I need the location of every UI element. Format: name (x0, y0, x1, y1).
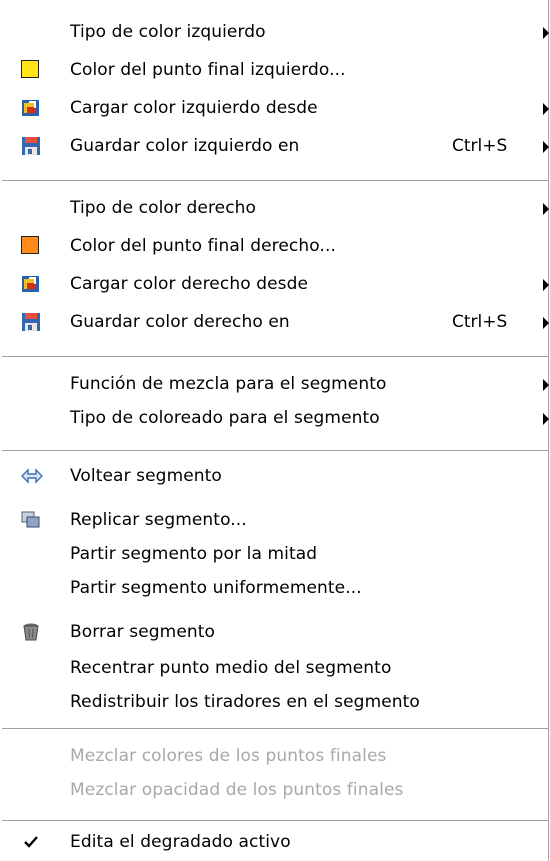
menu-item-recenter-midpoint[interactable]: Recentrar punto medio del segmento (0, 652, 549, 686)
trash-icon (21, 622, 41, 642)
shortcut-text: Ctrl+S (452, 136, 508, 156)
menu-item-label: Edita el degradado activo (70, 832, 291, 852)
menu-item-label: Mezclar colores de los puntos finales (70, 746, 387, 766)
save-color-icon (21, 312, 41, 332)
left-color-swatch-icon (21, 60, 41, 80)
shortcut-text: Ctrl+S (452, 312, 508, 332)
menu-item-redistribute-handles[interactable]: Redistribuir los tiradores en el segment… (0, 686, 549, 720)
menu-item-label: Color del punto final izquierdo... (70, 60, 346, 80)
submenu-arrow-icon (543, 203, 549, 215)
submenu-arrow-icon (543, 317, 549, 329)
checkmark-icon (21, 832, 41, 852)
submenu-arrow-icon (543, 27, 549, 39)
save-color-icon (21, 136, 41, 156)
menu-item-blend-endpoint-opacity: Mezclar opacidad de los puntos finales (0, 774, 549, 808)
menu-separator (2, 728, 548, 730)
menu-item-label: Replicar segmento... (70, 510, 247, 530)
menu-item-save-left-color[interactable]: Guardar color izquierdo en Ctrl+S (0, 130, 549, 164)
menu-item-load-right-color[interactable]: Cargar color derecho desde (0, 268, 549, 302)
menu-item-save-right-color[interactable]: Guardar color derecho en Ctrl+S (0, 306, 549, 340)
menu-item-label: Recentrar punto medio del segmento (70, 658, 392, 678)
submenu-arrow-icon (543, 279, 549, 291)
menu-item-label: Mezclar opacidad de los puntos finales (70, 780, 404, 800)
menu-item-label: Borrar segmento (70, 622, 216, 642)
menu-separator (2, 820, 548, 822)
menu-item-blend-function[interactable]: Función de mezcla para el segmento (0, 368, 549, 402)
right-color-swatch-icon (21, 236, 41, 256)
menu-item-label: Partir segmento uniformemente... (70, 578, 362, 598)
menu-item-delete-segment[interactable]: Borrar segmento (0, 616, 549, 650)
load-color-icon (21, 274, 41, 294)
replicate-icon (21, 510, 41, 530)
menu-item-label: Guardar color izquierdo en (70, 136, 300, 156)
gradient-editor-context-menu: Tipo de color izquierdo Color del punto … (0, 0, 549, 861)
menu-item-right-endpoint-color[interactable]: Color del punto final derecho... (0, 230, 549, 264)
menu-item-replicate-segment[interactable]: Replicar segmento... (0, 504, 549, 538)
menu-item-blend-endpoint-colors: Mezclar colores de los puntos finales (0, 740, 549, 774)
menu-separator (2, 356, 548, 358)
menu-item-split-midpoint[interactable]: Partir segmento por la mitad (0, 538, 549, 572)
menu-item-label: Voltear segmento (70, 466, 222, 486)
submenu-arrow-icon (543, 103, 549, 115)
load-color-icon (21, 98, 41, 118)
menu-item-left-color-type[interactable]: Tipo de color izquierdo (0, 16, 549, 50)
menu-item-edit-active-gradient[interactable]: Edita el degradado activo (0, 826, 549, 860)
menu-item-label: Cargar color izquierdo desde (70, 98, 318, 118)
menu-item-label: Tipo de coloreado para el segmento (70, 408, 380, 428)
menu-item-label: Guardar color derecho en (70, 312, 290, 332)
submenu-arrow-icon (543, 379, 549, 391)
menu-item-label: Cargar color derecho desde (70, 274, 309, 294)
submenu-arrow-icon (543, 141, 549, 153)
menu-item-split-uniformly[interactable]: Partir segmento uniformemente... (0, 572, 549, 606)
menu-item-label: Redistribuir los tiradores en el segment… (70, 692, 420, 712)
menu-item-label: Función de mezcla para el segmento (70, 374, 387, 394)
menu-separator (2, 450, 548, 452)
flip-arrows-icon (21, 466, 43, 486)
menu-item-coloring-type[interactable]: Tipo de coloreado para el segmento (0, 402, 549, 436)
menu-item-label: Tipo de color izquierdo (70, 22, 266, 42)
menu-item-load-left-color[interactable]: Cargar color izquierdo desde (0, 92, 549, 126)
menu-item-right-color-type[interactable]: Tipo de color derecho (0, 192, 549, 226)
submenu-arrow-icon (543, 413, 549, 425)
menu-item-flip-segment[interactable]: Voltear segmento (0, 460, 549, 494)
menu-item-left-endpoint-color[interactable]: Color del punto final izquierdo... (0, 54, 549, 88)
menu-item-label: Partir segmento por la mitad (70, 544, 318, 564)
menu-item-label: Tipo de color derecho (70, 198, 257, 218)
menu-separator (2, 180, 548, 182)
menu-item-label: Color del punto final derecho... (70, 236, 336, 256)
